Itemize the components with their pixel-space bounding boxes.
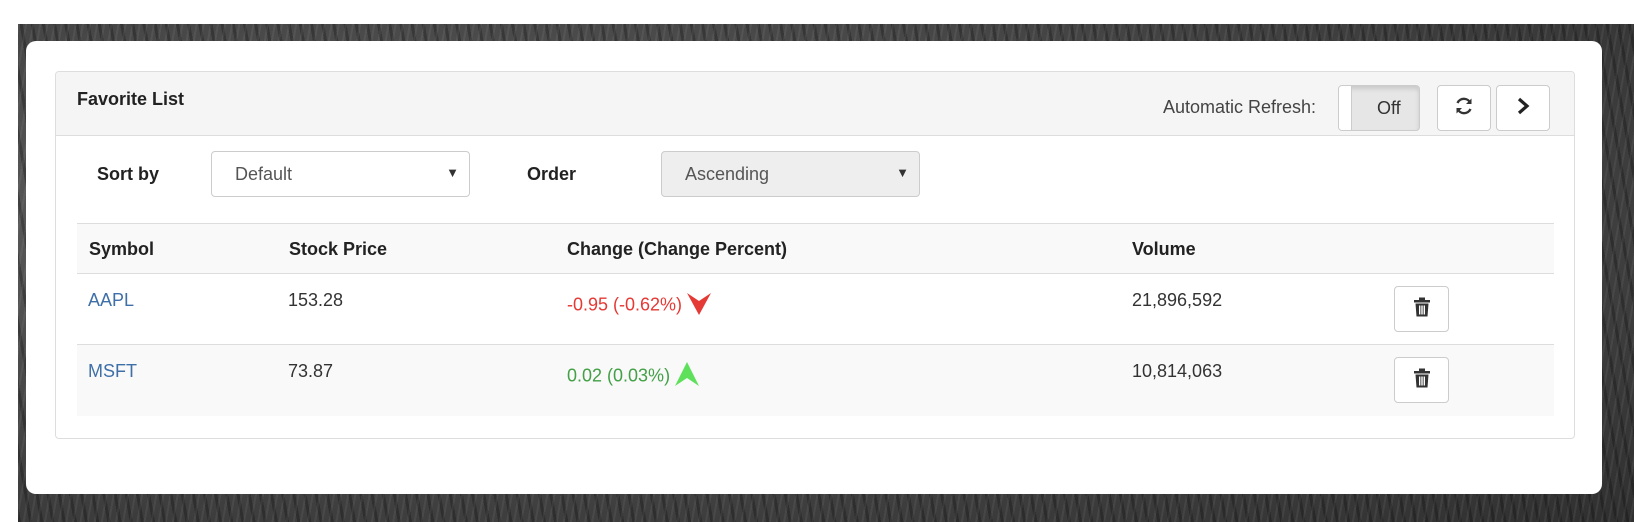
panel-title: Favorite List [77,89,185,109]
trash-icon [1413,297,1431,322]
table-header: Symbol Stock Price Change (Change Percen… [77,223,1554,274]
arrow-up-icon [674,361,700,392]
stock-price: 73.87 [288,361,334,381]
delete-button[interactable] [1394,357,1449,403]
chevron-right-icon [1515,97,1531,120]
stock-price: 153.28 [288,290,344,310]
symbol-link[interactable]: MSFT [88,361,137,382]
change-value: -0.95 (-0.62%) [567,294,683,315]
order-select[interactable]: Ascending ▼ [661,151,920,197]
order-value: Ascending [685,164,770,184]
header-symbol: Symbol [89,239,155,259]
volume: 21,896,592 [1132,290,1223,310]
symbol-link[interactable]: AAPL [88,290,134,311]
header-change: Change (Change Percent) [567,239,788,259]
trash-icon [1413,368,1431,393]
auto-refresh-label: Automatic Refresh: [1163,97,1317,117]
arrow-down-icon [686,290,712,321]
volume: 10,814,063 [1132,361,1223,381]
refresh-icon [1453,95,1475,122]
toggle-knob [1339,86,1352,130]
header-volume: Volume [1132,239,1196,259]
auto-refresh-toggle[interactable]: Off [1338,85,1420,131]
sort-by-value: Default [235,164,293,184]
sort-by-select[interactable]: Default ▼ [211,151,470,197]
auto-refresh-state: Off [1377,98,1401,118]
change-cell: -0.95 (-0.62%) [567,290,712,321]
delete-button[interactable] [1394,286,1449,332]
panel-heading: Favorite List Automatic Refresh: Off [56,72,1574,136]
order-label: Order [527,164,577,184]
header-stock-price: Stock Price [289,239,388,259]
favorite-list-panel: Favorite List Automatic Refresh: Off Sor… [55,71,1575,439]
change-cell: 0.02 (0.03%) [567,361,700,392]
caret-down-icon: ▼ [896,165,909,180]
table-row: AAPL 153.28 -0.95 (-0.62%) 21,896,592 [77,274,1554,345]
change-value: 0.02 (0.03%) [567,365,671,386]
sort-by-label: Sort by [97,164,160,184]
refresh-button[interactable] [1437,85,1491,131]
table-row: MSFT 73.87 0.02 (0.03%) 10,814,063 [77,345,1554,416]
caret-down-icon: ▼ [446,165,459,180]
next-button[interactable] [1496,85,1550,131]
